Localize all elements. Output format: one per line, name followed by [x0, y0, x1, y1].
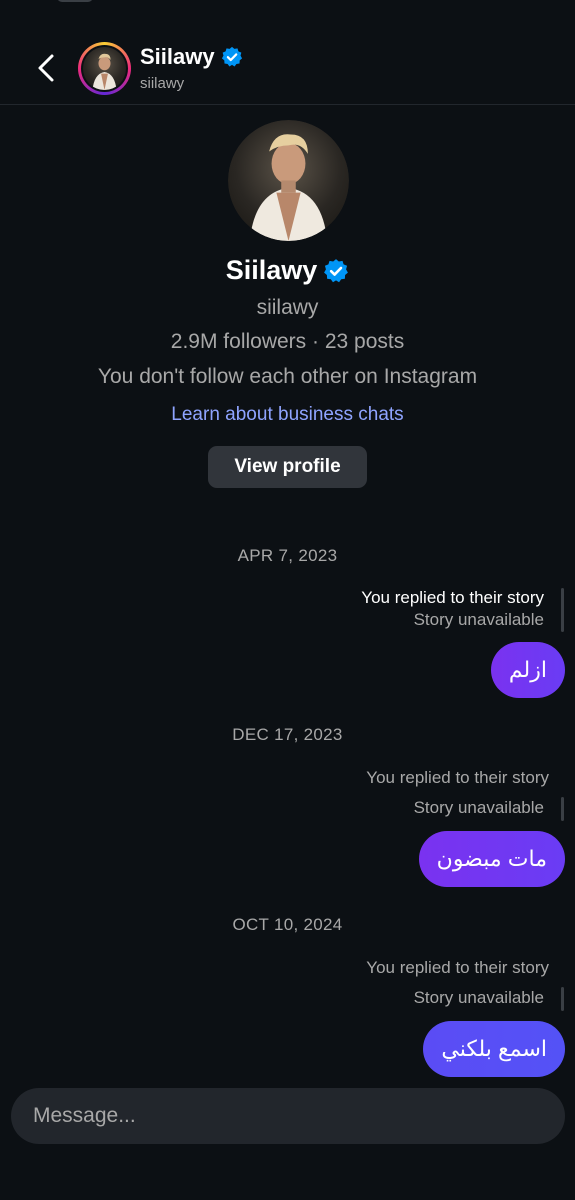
follow-status: You don't follow each other on Instagram — [97, 365, 478, 388]
status-bar — [0, 0, 575, 12]
header-name: Siilawy — [140, 44, 215, 69]
learn-business-chats-link[interactable]: Learn about business chats — [0, 404, 575, 426]
story-reply-meta: You replied to their story Story unavail… — [361, 588, 544, 630]
back-button[interactable] — [32, 52, 60, 84]
profile-avatar[interactable] — [228, 120, 349, 241]
verified-badge-icon — [221, 46, 242, 67]
reply-subtitle: Story unavailable — [413, 610, 544, 629]
header-avatar[interactable] — [78, 42, 131, 95]
reply-subtitle: Story unavailable — [413, 988, 544, 1007]
profile-name-row: Siilawy — [0, 255, 575, 286]
reply-indicator — [561, 797, 564, 821]
avatar-image — [83, 47, 126, 90]
view-profile-button[interactable]: View profile — [208, 446, 367, 488]
profile-avatar-image — [228, 120, 349, 241]
message-bubble[interactable]: ازلم — [490, 642, 565, 698]
header-name-row[interactable]: Siilawy — [140, 44, 243, 70]
message-bubble[interactable]: مات مبضون — [418, 831, 565, 887]
reply-indicator — [561, 987, 564, 1011]
reply-title: You replied to their story — [361, 588, 544, 607]
chevron-left-icon — [38, 54, 54, 82]
header-handle: siilawy — [140, 75, 185, 92]
status-pill — [57, 0, 93, 2]
date-separator: APR 7, 2023 — [237, 546, 338, 565]
reply-title: You replied to their story — [366, 768, 549, 787]
story-reply-meta: You replied to their story — [366, 768, 549, 788]
chat-header: Siilawy siilawy — [0, 30, 575, 105]
story-reply-meta: You replied to their story — [366, 958, 549, 978]
profile-handle: siilawy — [256, 296, 319, 319]
message-input[interactable] — [33, 1088, 543, 1144]
story-reply-status: Story unavailable — [414, 988, 544, 1008]
reply-title: You replied to their story — [366, 958, 549, 977]
date-separator: OCT 10, 2024 — [232, 915, 343, 934]
reply-indicator — [561, 588, 564, 632]
profile-name: Siilawy — [225, 255, 318, 285]
message-bubble[interactable]: اسمع بلكني — [423, 1021, 565, 1077]
story-reply-status: Story unavailable — [414, 798, 544, 818]
reply-subtitle: Story unavailable — [413, 798, 544, 817]
profile-stats: 2.9M followers · 23 posts — [170, 330, 405, 353]
verified-badge-icon — [324, 258, 349, 282]
message-composer — [11, 1088, 565, 1144]
date-separator: DEC 17, 2023 — [232, 725, 343, 744]
